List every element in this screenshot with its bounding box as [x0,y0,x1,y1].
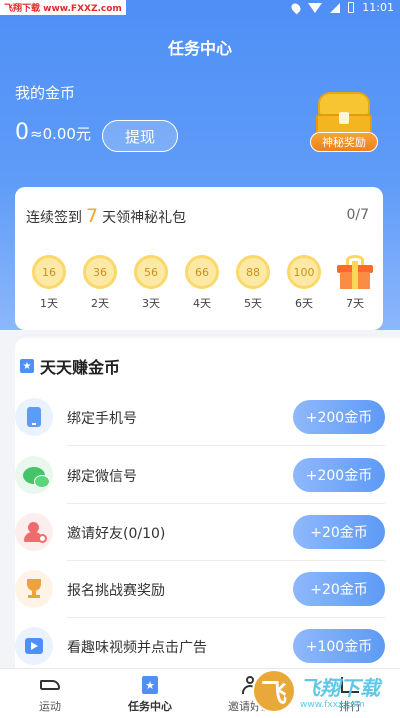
my-coins-label: 我的金币 [15,84,76,102]
signin-days-number: 7 [86,205,99,227]
signal-icon [330,2,341,13]
signin-day[interactable]: 56 3天 [131,255,171,311]
coin-icon: 16 [32,255,66,289]
task-reward-button[interactable]: +200金币 [293,458,385,492]
coin-icon: 88 [236,255,270,289]
invite-user-icon [15,513,53,551]
battery-icon [348,2,355,13]
wechat-icon [15,456,53,494]
watermark-url: www.fxxz.com [300,700,365,710]
earn-section-header: ★ 天天赚金币 [20,354,120,378]
coin-amount: 0 [15,120,29,145]
signin-progress: 0/7 [346,207,369,223]
task-reward-button[interactable]: +20金币 [293,515,385,549]
task-label: 绑定手机号 [67,411,137,427]
star-icon: ★ [20,359,34,373]
signin-day-gift[interactable]: 7天 [335,255,375,311]
signin-day[interactable]: 100 6天 [284,255,324,311]
video-icon [15,627,53,665]
coin-icon: 100 [287,255,321,289]
coin-icon: 56 [134,255,168,289]
signin-day[interactable]: 88 5天 [233,255,273,311]
signin-day[interactable]: 66 4天 [182,255,222,311]
task-item-bind-phone: 绑定手机号 +200金币 [15,390,385,446]
withdraw-button[interactable]: 提现 [102,120,178,152]
wifi-icon [308,2,323,13]
divider [67,503,385,504]
page-title: 任务中心 [167,39,232,58]
signin-card: 连续签到 7 天领神秘礼包 0/7 16 1天 36 2天 56 3天 66 4… [15,187,383,330]
signin-title: 连续签到 7 天领神秘礼包 [26,205,187,227]
task-label: 绑定微信号 [67,469,137,485]
coin-icon: 36 [83,255,117,289]
coin-balance: 0 ≈0.00元 [15,120,91,145]
top-watermark: 飞翔下载 www.FXXZ.com [0,0,126,15]
watermark-logo-icon: 飞 [252,669,296,713]
task-item-challenge: 报名挑战赛奖励 +20金币 [15,562,385,618]
task-item-bind-wechat: 绑定微信号 +200金币 [15,448,385,504]
divider [67,560,385,561]
earn-section-title: 天天赚金币 [40,358,121,377]
watermark-logo: 飞 飞翔下载 www.fxxz.com [252,664,400,718]
phone-icon [15,398,53,436]
mystery-reward-tag: 神秘奖励 [310,132,378,152]
task-item-watch-video: 看趣味视频并点击广告 +100金币 [15,619,385,668]
trophy-icon [15,570,53,608]
task-item-invite-friends: 邀请好友(0/10) +20金币 [15,505,385,561]
shoe-icon [39,675,61,695]
gift-icon [337,255,373,289]
location-icon [289,1,303,14]
divider [67,617,385,618]
status-icons: 11:01 [289,1,394,14]
task-label: 报名挑战赛奖励 [67,583,165,599]
mystery-reward-chest[interactable]: 神秘奖励 [310,90,378,160]
status-bar: 飞翔下载 www.FXXZ.com 11:01 [0,0,400,16]
earn-coins-card: ★ 天天赚金币 绑定手机号 +200金币 绑定微信号 +200金币 邀请好友(0… [15,338,400,668]
coin-icon: 66 [185,255,219,289]
task-label: 看趣味视频并点击广告 [67,640,207,656]
nav-item-sport[interactable]: 运动 [0,669,100,718]
signin-day[interactable]: 36 2天 [80,255,120,311]
nav-item-task-center[interactable]: ★ 任务中心 [100,669,200,718]
coin-cash-value: ≈0.00元 [30,125,91,143]
divider [67,445,385,446]
signin-day[interactable]: 16 1天 [29,255,69,311]
task-reward-button[interactable]: +20金币 [293,572,385,606]
watermark-name: 飞翔下载 [300,676,380,700]
task-reward-button[interactable]: +100金币 [293,629,385,663]
signin-days: 16 1天 36 2天 56 3天 66 4天 88 5天 100 6天 7天 [29,255,377,315]
task-star-icon: ★ [139,675,161,695]
task-label: 邀请好友(0/10) [67,526,166,542]
status-time: 11:01 [362,1,394,14]
task-reward-button[interactable]: +200金币 [293,400,385,434]
